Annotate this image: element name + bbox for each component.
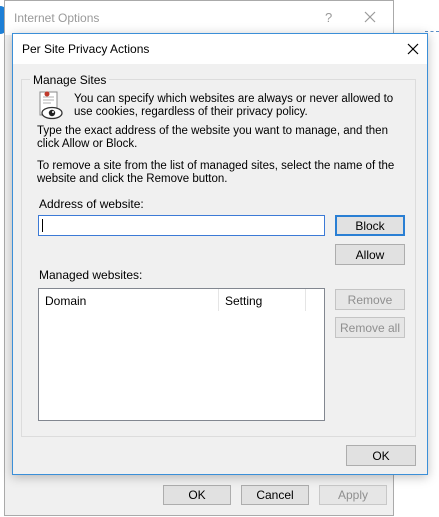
column-header-domain[interactable]: Domain — [45, 294, 86, 308]
dialog-ok-button[interactable]: OK — [346, 445, 416, 466]
internet-options-titlebar: Internet Options ? — [5, 1, 393, 35]
remove-button[interactable]: Remove — [335, 289, 405, 310]
address-input[interactable] — [38, 215, 325, 236]
privacy-eye-icon — [39, 91, 63, 120]
options-cancel-button[interactable]: Cancel — [241, 485, 309, 505]
block-button[interactable]: Block — [335, 215, 405, 236]
column-header-setting[interactable]: Setting — [225, 294, 262, 308]
text-caret — [42, 219, 43, 232]
dialog-title: Per Site Privacy Actions — [22, 42, 150, 56]
column-divider[interactable] — [305, 289, 306, 311]
internet-options-title: Internet Options — [14, 11, 100, 25]
options-ok-button[interactable]: OK — [163, 485, 231, 505]
intro-text: You can specify which websites are alway… — [74, 93, 394, 118]
instructions-add-text: Type the exact address of the website yo… — [37, 125, 388, 150]
close-icon[interactable] — [406, 42, 420, 56]
column-divider[interactable] — [218, 289, 219, 311]
address-label: Address of website: — [39, 197, 144, 211]
screen: Internet Options ? OK Cancel Apply Per S… — [0, 0, 439, 517]
remove-all-button[interactable]: Remove all — [335, 317, 405, 338]
list-header: Domain Setting — [39, 289, 306, 311]
manage-sites-label: Manage Sites — [30, 73, 110, 87]
dialog-titlebar: Per Site Privacy Actions — [13, 34, 427, 64]
allow-button[interactable]: Allow — [335, 244, 405, 265]
help-icon[interactable]: ? — [325, 10, 332, 25]
per-site-privacy-dialog: Per Site Privacy Actions Manage Sites Yo… — [12, 33, 428, 475]
close-icon[interactable] — [363, 10, 377, 24]
instructions-remove-text: To remove a site from the list of manage… — [37, 160, 395, 185]
managed-websites-label: Managed websites: — [39, 268, 143, 282]
options-apply-button[interactable]: Apply — [319, 485, 387, 505]
managed-websites-list[interactable]: Domain Setting — [38, 288, 325, 421]
